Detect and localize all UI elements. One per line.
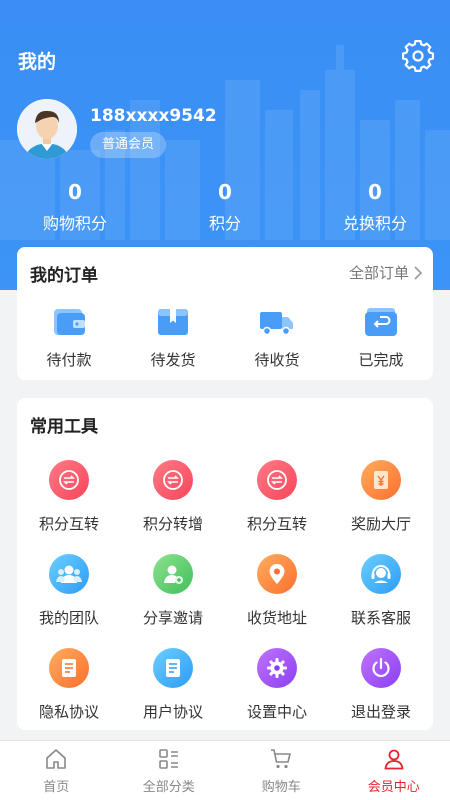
tool-settings-center[interactable]: 设置中心 — [225, 648, 329, 742]
headset-icon — [361, 554, 401, 594]
tool-label: 用户协议 — [142, 703, 203, 721]
gear-icon — [402, 39, 434, 72]
return-icon — [365, 308, 397, 336]
chevron-right-icon — [414, 265, 423, 280]
stat-points[interactable]: 0 积分 — [150, 178, 300, 238]
tool-privacy-policy[interactable]: 隐私协议 — [17, 648, 121, 742]
my-orders-card: 我的订单 全部订单 待付款 待发货 待收货 已完成 — [17, 247, 433, 380]
truck-icon — [260, 312, 293, 336]
tools-grid: 积分互转 积分转增 积分互转 奖励大厅 我的团队 分享邀请 收货地址 联系客服 … — [17, 460, 433, 742]
tool-my-team[interactable]: 我的团队 — [17, 554, 121, 648]
orders-title: 我的订单 — [30, 266, 98, 286]
tool-user-agreement[interactable]: 用户协议 — [121, 648, 225, 742]
points-stats: 0 购物积分 0 积分 0 兑换积分 — [0, 178, 450, 238]
exchange-icon — [49, 460, 89, 500]
tool-label: 积分转增 — [142, 515, 203, 533]
avatar[interactable] — [17, 99, 77, 159]
wallet-icon — [54, 309, 85, 335]
order-pending-shipment[interactable]: 待发货 — [121, 305, 225, 370]
tool-reward-hall[interactable]: 奖励大厅 — [329, 460, 433, 554]
order-pending-payment[interactable]: 待付款 — [17, 305, 121, 370]
tool-label: 奖励大厅 — [350, 515, 411, 533]
tool-label: 分享邀请 — [142, 609, 203, 627]
tool-label: 隐私协议 — [38, 703, 99, 721]
settings-button[interactable] — [402, 39, 434, 72]
order-item-label: 已完成 — [358, 351, 404, 369]
user-phone: 188xxxx9542 — [90, 106, 217, 126]
tools-title: 常用工具 — [30, 417, 98, 437]
yuan-icon — [361, 460, 401, 500]
tab-cart[interactable]: 购物车 — [225, 741, 338, 800]
category-icon — [158, 749, 178, 769]
stat-shopping-points[interactable]: 0 购物积分 — [0, 178, 150, 238]
bottom-tab-bar: 首页 全部分类 购物车 会员中心 — [0, 740, 450, 800]
page-title: 我的 — [18, 51, 57, 73]
power-icon — [361, 648, 401, 688]
tool-label: 收货地址 — [246, 609, 307, 627]
tool-label: 积分互转 — [38, 515, 99, 533]
home-icon — [46, 749, 67, 769]
common-tools-card: 常用工具 积分互转 积分转增 积分互转 奖励大厅 我的团队 分享邀请 收货地址 … — [17, 398, 433, 730]
order-item-label: 待付款 — [46, 351, 92, 369]
tab-label: 购物车 — [261, 780, 301, 795]
member-level-badge: 普通会员 — [90, 132, 167, 158]
stat-value: 0 — [218, 180, 232, 204]
tool-label: 我的团队 — [38, 609, 99, 627]
tool-points-transfer-2[interactable]: 积分互转 — [225, 460, 329, 554]
tool-label: 退出登录 — [350, 703, 411, 721]
stat-label: 兑换积分 — [342, 214, 407, 233]
stat-value: 0 — [68, 180, 82, 204]
tool-shipping-address[interactable]: 收货地址 — [225, 554, 329, 648]
tab-home[interactable]: 首页 — [0, 741, 113, 800]
stat-label: 积分 — [208, 214, 241, 233]
gear-icon — [257, 648, 297, 688]
order-pending-receipt[interactable]: 待收货 — [225, 305, 329, 370]
all-orders-link[interactable]: 全部订单 — [349, 262, 423, 283]
tab-label: 全部分类 — [142, 780, 195, 795]
stat-label: 购物积分 — [42, 214, 107, 233]
user-icon — [384, 749, 404, 770]
stat-value: 0 — [368, 180, 382, 204]
tab-all-categories[interactable]: 全部分类 — [113, 741, 226, 800]
document-icon — [49, 648, 89, 688]
tab-member-center[interactable]: 会员中心 — [338, 741, 450, 800]
order-item-label: 待发货 — [150, 351, 196, 369]
location-icon — [257, 554, 297, 594]
stat-exchange-points[interactable]: 0 兑换积分 — [300, 178, 450, 238]
order-status-row: 待付款 待发货 待收货 已完成 — [17, 305, 433, 370]
tab-label: 会员中心 — [367, 780, 420, 795]
tool-points-transfer[interactable]: 积分互转 — [17, 460, 121, 554]
tool-label: 设置中心 — [246, 703, 307, 721]
box-icon — [158, 309, 188, 335]
tool-customer-service[interactable]: 联系客服 — [329, 554, 433, 648]
tool-share-invite[interactable]: 分享邀请 — [121, 554, 225, 648]
team-icon — [49, 554, 89, 594]
tab-label: 首页 — [43, 780, 70, 795]
all-orders-label: 全部订单 — [348, 264, 409, 282]
document-icon — [153, 648, 193, 688]
tool-label: 联系客服 — [350, 609, 411, 627]
exchange-icon — [257, 460, 297, 500]
tool-points-gift[interactable]: 积分转增 — [121, 460, 225, 554]
tool-logout[interactable]: 退出登录 — [329, 648, 433, 742]
cart-icon — [271, 749, 292, 769]
order-item-label: 待收货 — [254, 351, 300, 369]
order-completed[interactable]: 已完成 — [329, 305, 433, 370]
user-avatar-icon — [17, 99, 77, 159]
invite-icon — [153, 554, 193, 594]
tool-label: 积分互转 — [246, 515, 307, 533]
exchange-icon — [153, 460, 193, 500]
